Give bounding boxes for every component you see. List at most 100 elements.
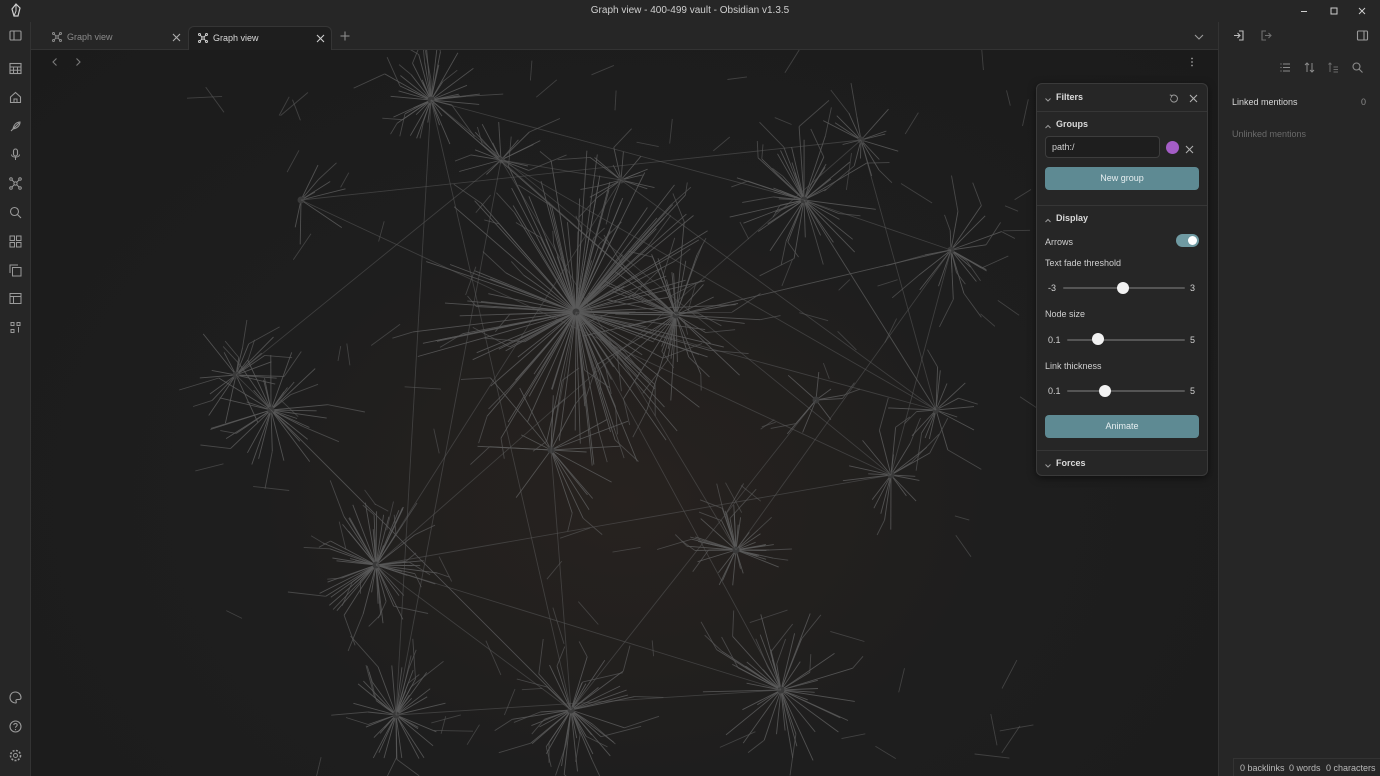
graph-link — [399, 113, 406, 137]
help-icon[interactable] — [8, 719, 23, 734]
restore-defaults-icon[interactable] — [1168, 93, 1179, 104]
sidebar-toggle-icon[interactable] — [8, 28, 23, 43]
sign-out-icon[interactable] — [1260, 29, 1273, 42]
blocks-icon[interactable] — [8, 234, 23, 249]
graph-link — [735, 549, 779, 568]
graph-link — [382, 117, 403, 121]
show-more-context-icon[interactable] — [1327, 61, 1340, 74]
close-tab-icon[interactable] — [171, 32, 182, 43]
graph-link — [303, 546, 330, 550]
list-icon[interactable] — [1279, 61, 1292, 74]
node-size-slider[interactable] — [1067, 339, 1185, 341]
graph-link — [803, 199, 853, 240]
graph-link — [815, 399, 832, 420]
graph-link — [799, 312, 829, 322]
forces-header[interactable]: Forces — [1037, 450, 1207, 476]
right-sidebar-toggle-icon[interactable] — [1356, 29, 1369, 42]
graph-link — [688, 356, 710, 378]
graph-link — [713, 136, 731, 152]
graph-link — [500, 131, 530, 161]
tab-graph-view-1[interactable]: Graph view — [43, 26, 187, 50]
graph-link — [838, 279, 851, 291]
unlinked-mentions-label[interactable]: Unlinked mentions — [1232, 129, 1306, 139]
graph-link — [950, 205, 982, 251]
chevron-down-icon[interactable] — [1193, 31, 1205, 41]
back-arrow-icon[interactable] — [49, 56, 61, 68]
graph-link — [329, 480, 345, 517]
close-window-icon[interactable] — [1355, 4, 1369, 18]
graph-link — [316, 756, 322, 776]
status-backlinks[interactable]: 0 backlinks — [1240, 763, 1285, 773]
sign-in-icon[interactable] — [1232, 29, 1245, 42]
minimize-icon[interactable] — [1297, 4, 1311, 18]
graph-view-icon[interactable] — [8, 176, 23, 191]
groups-header[interactable]: Groups — [1037, 111, 1207, 137]
graph-icon — [51, 31, 63, 43]
maximize-icon[interactable] — [1327, 4, 1341, 18]
status-words: 0 words — [1289, 763, 1321, 773]
graph-link — [830, 630, 865, 642]
group-color-swatch[interactable] — [1166, 141, 1179, 154]
close-icon[interactable] — [1188, 93, 1199, 104]
chevron-down-icon — [1044, 214, 1052, 223]
group-query-input[interactable] — [1045, 136, 1160, 158]
close-tab-icon[interactable] — [315, 33, 326, 44]
workspace-icon[interactable] — [8, 320, 23, 335]
graph-link — [516, 678, 548, 688]
graph-link — [749, 609, 788, 624]
text-fade-thumb[interactable] — [1117, 282, 1129, 294]
graph-link — [963, 293, 982, 318]
graph-link — [803, 156, 825, 201]
more-options-icon[interactable] — [1187, 56, 1197, 68]
feather-icon[interactable] — [8, 119, 23, 134]
graph-link — [299, 199, 302, 245]
new-group-button[interactable]: New group — [1045, 167, 1199, 190]
window-title: Graph view - 400-499 vault - Obsidian v1… — [590, 5, 790, 16]
graph-link — [294, 199, 302, 228]
display-header[interactable]: Display — [1037, 205, 1207, 231]
home-icon[interactable] — [8, 90, 23, 105]
new-tab-icon[interactable] — [339, 30, 351, 42]
title-bar: Graph view - 400-499 vault - Obsidian v1… — [0, 0, 1380, 22]
graph-link — [396, 759, 420, 776]
graph-link — [890, 474, 907, 497]
settings-icon[interactable] — [8, 748, 23, 763]
graph-link — [199, 374, 237, 379]
arrows-toggle[interactable] — [1176, 234, 1199, 247]
graph-link — [270, 404, 328, 411]
graph-link — [368, 614, 382, 627]
right-sidebar: Linked mentions 0 Unlinked mentions — [1218, 22, 1380, 776]
graph-link — [496, 192, 515, 213]
link-thickness-thumb[interactable] — [1099, 385, 1111, 397]
sort-icon[interactable] — [1303, 61, 1316, 74]
linked-mentions-label[interactable]: Linked mentions — [1232, 97, 1298, 107]
link-thickness-slider[interactable] — [1067, 390, 1185, 392]
palette-icon[interactable] — [8, 690, 23, 705]
graph-link — [546, 560, 563, 580]
graph-link — [911, 409, 937, 437]
graph-link — [374, 503, 389, 512]
node-size-min: 0.1 — [1048, 335, 1061, 345]
remove-group-icon[interactable] — [1185, 143, 1194, 154]
graph-link — [981, 50, 984, 71]
graph-link — [582, 672, 624, 683]
search-icon[interactable] — [1351, 61, 1364, 74]
graph-link — [852, 656, 864, 669]
search-icon[interactable] — [8, 205, 23, 220]
graph-link — [512, 205, 577, 313]
graph-link — [927, 349, 938, 368]
microphone-icon[interactable] — [8, 147, 23, 162]
graph-link — [395, 714, 434, 747]
graph-link — [521, 687, 543, 691]
copy-icon[interactable] — [8, 263, 23, 278]
graph-link — [292, 99, 301, 121]
animate-button[interactable]: Animate — [1045, 415, 1199, 438]
template-icon[interactable] — [8, 291, 23, 306]
calendar-icon[interactable] — [8, 61, 23, 76]
node-size-thumb[interactable] — [1092, 333, 1104, 345]
tab-graph-view-2[interactable]: Graph view — [188, 26, 332, 50]
filters-header[interactable]: Filters — [1037, 84, 1207, 110]
graph-link — [513, 711, 541, 723]
graph-link — [580, 185, 599, 190]
forward-arrow-icon[interactable] — [72, 56, 84, 68]
